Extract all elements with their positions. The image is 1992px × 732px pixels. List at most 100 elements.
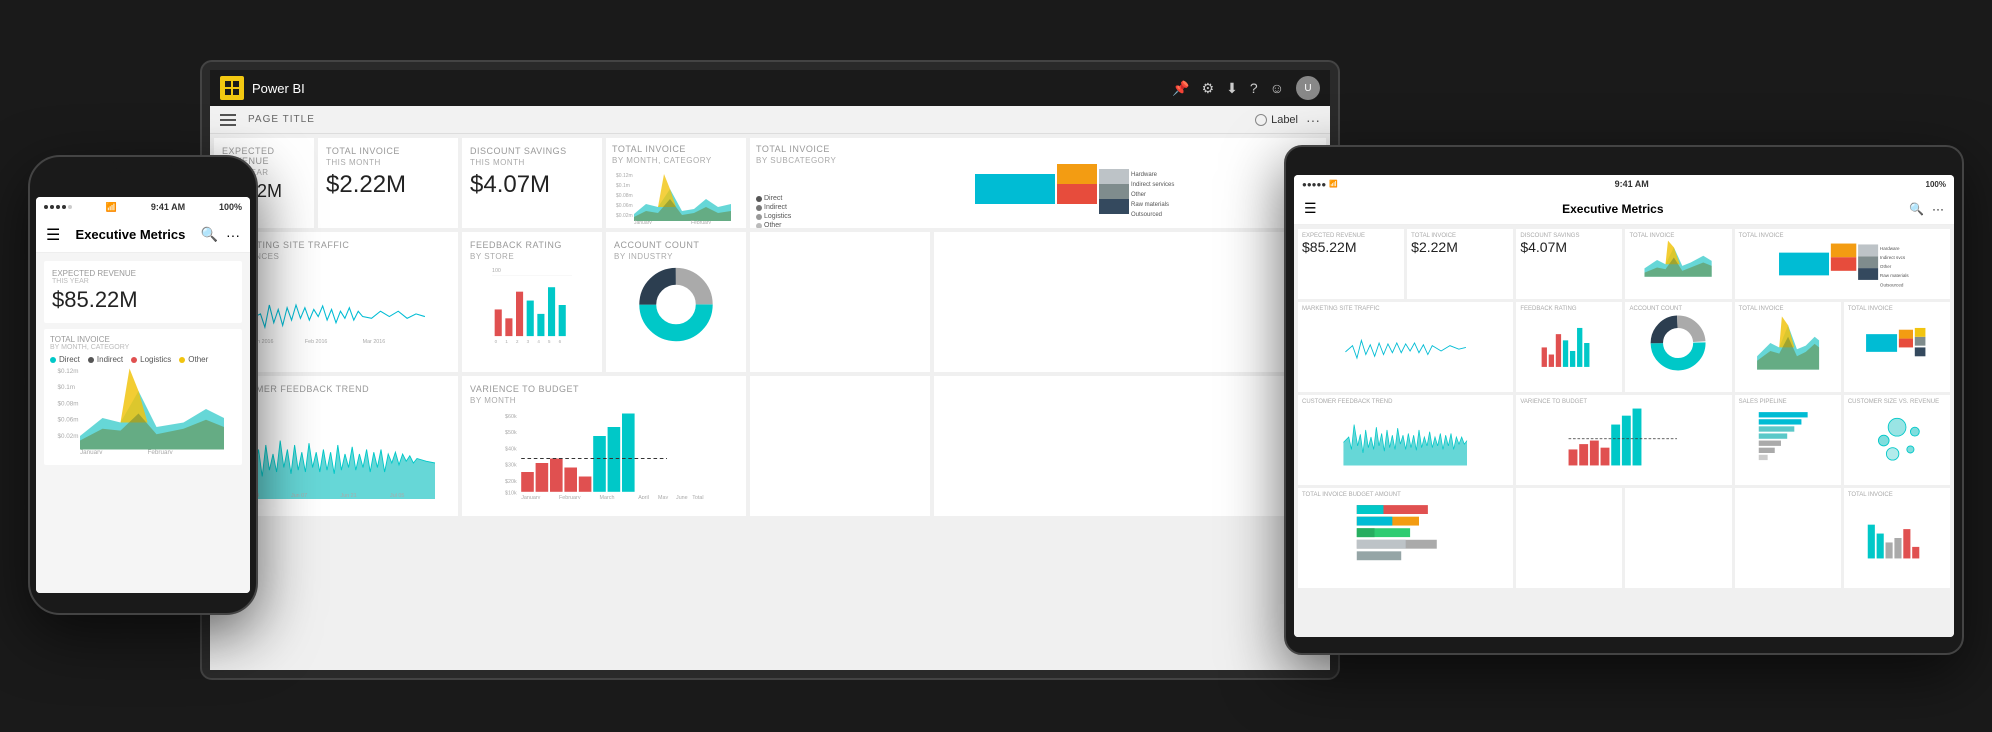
svg-text:$20k: $20k [505,479,517,485]
t-invoice-area: Total Invoice [1625,229,1731,299]
t-kpi-revenue: Expected Revenue $85.22M [1298,229,1404,299]
kpi-discount-savings: Discount Savings THIS MONTH $4.07M [462,138,602,228]
help-icon[interactable]: ? [1250,80,1258,96]
tablet-wifi-icon: 📶 [1329,180,1338,188]
svg-text:$50k: $50k [505,430,517,436]
t-custfeedback: Customer Feedback Trend [1298,395,1513,485]
kpi-label: Total Invoice [326,146,450,156]
phone-app-title: Executive Metrics [68,227,192,242]
user-avatar[interactable]: U [1296,76,1320,100]
pbi-ribbon: PAGE TITLE Label ··· [210,106,1330,134]
svg-text:May: May [658,495,668,499]
chart-subtitle: BY MONTH [470,396,738,405]
phone-kpi-label: Expected Revenue [52,269,234,278]
t-feedback-chart [1520,312,1618,374]
svg-text:$0.12m: $0.12m [616,173,633,179]
tablet-hamburger-icon[interactable]: ☰ [1304,200,1317,217]
t-budget-chart [1302,498,1509,562]
t-invoice-area2: Total Invoice [1735,302,1841,392]
svg-text:January: January [80,449,103,454]
svg-text:Jun 21: Jun 21 [341,493,357,499]
t-invoice-stacked-chart: Hardware Indirect svcs Other Raw materia… [1739,239,1946,289]
svg-text:Indirect svcs: Indirect svcs [1880,255,1906,260]
svg-text:February: February [559,495,581,499]
label-button[interactable]: Label [1255,114,1298,126]
kpi-label: Discount Savings [470,146,594,156]
account-donut-chart [614,265,738,345]
laptop-screen: Power BI 📌 ⚙ ⬇ ? ☺ U PAGE TITLE Label ··… [210,70,1330,670]
more-icon[interactable]: ··· [226,227,240,243]
variance-chart: $60k $50k $40k $30k $20k $10k [470,409,738,499]
kpi-total-invoice: Total Invoice THIS MONTH $2.22M [318,138,458,228]
share-icon[interactable]: ☺ [1270,80,1284,96]
chart-title: Varience to Budget [470,384,738,394]
feedback-chart: 100 0 1 2 3 4 5 6 [470,265,594,345]
tablet-screen: ●●●●● 📶 9:41 AM 100% ☰ Executive Metrics… [1294,175,1954,637]
svg-text:0: 0 [495,339,498,344]
phone-tile-sublabel: BY MONTH, CATEGORY [50,344,236,351]
download-icon[interactable]: ⬇ [1226,80,1238,97]
tablet-signal-dots: ●●●●● [1302,180,1326,189]
phone-legend: Direct Indirect Logistics Other [50,355,236,364]
t-variance-chart [1520,405,1727,469]
more-options-icon[interactable]: ··· [1306,112,1320,128]
laptop-frame: Power BI 📌 ⚙ ⬇ ? ☺ U PAGE TITLE Label ··… [200,60,1340,680]
svg-text:$0.12m: $0.12m [58,368,79,375]
svg-text:$0.06m: $0.06m [58,417,79,424]
svg-text:June: June [676,495,688,499]
svg-text:$0.1m: $0.1m [58,384,76,391]
signal-icon [44,205,72,209]
tablet-signal: ●●●●● 📶 [1302,180,1338,189]
phone-notch [113,157,173,175]
t-account-donut [1629,312,1727,374]
svg-text:100: 100 [492,268,501,274]
svg-text:6: 6 [559,339,562,344]
kpi-label: Total Invoice [756,144,1320,154]
chart-subtitle: BY STORE [470,252,594,261]
variance-chart-tile: Varience to Budget BY MONTH $60k $50k $4… [462,376,746,516]
phone-kpi-revenue: Expected Revenue THIS YEAR $85.22M [44,261,242,323]
t-invoice-area2-chart [1739,312,1837,374]
kpi-sublabel: THIS MONTH [326,158,450,167]
tablet-more-icon[interactable]: ··· [1932,202,1944,216]
tablet-nav: ☰ Executive Metrics 🔍 ··· [1294,193,1954,225]
svg-text:Other: Other [1880,264,1892,269]
page-title: PAGE TITLE [248,114,1247,125]
t-customer-size: Customer Size vs. Revenue [1844,395,1950,485]
phone-invoice-chart: $0.12m $0.1m $0.08m $0.06m $0.02m Januar… [50,364,236,454]
kpi-value: $2.22M [326,171,450,199]
hamburger-menu[interactable] [220,114,236,126]
phone-kpi-value: $85.22M [52,287,234,313]
legend-logistics: Logistics [131,355,171,364]
pbi-title: Power BI [252,81,1164,96]
t-row4-blank1 [1516,488,1622,588]
t-kpi-invoice: Total Invoice $2.22M [1407,229,1513,299]
chart-title: Account Count [614,240,738,250]
tablet-app-title: Executive Metrics [1325,202,1901,216]
invoice-sub-tile [934,232,1326,372]
chart-title: Feedback Rating [470,240,594,250]
hamburger-icon[interactable]: ☰ [46,225,60,245]
svg-text:$0.06m: $0.06m [616,203,633,209]
search-icon[interactable]: 🔍 [201,226,218,243]
svg-text:March: March [600,495,615,499]
invoice-cat-tile [750,232,930,372]
t-scatter-chart [1848,405,1946,469]
tablet-search-icon[interactable]: 🔍 [1909,202,1924,216]
gear-icon[interactable]: ⚙ [1202,80,1215,97]
t-row4-blank2 [1625,488,1731,588]
phone-kpi-sublabel: THIS YEAR [52,278,234,285]
legend-other: Other [179,355,208,364]
empty-tile-2 [934,376,1326,516]
svg-text:Outsourced: Outsourced [1880,282,1904,287]
svg-text:$0.08m: $0.08m [616,193,633,199]
pbi-topbar: Power BI 📌 ⚙ ⬇ ? ☺ U [210,70,1330,106]
dashboard-grid: Expected Revenue THIS YEAR 85.22M Total … [210,134,1330,670]
tablet-content: Expected Revenue $85.22M Total Invoice $… [1294,225,1954,637]
svg-text:Total: Total [692,495,703,499]
svg-text:Hardware: Hardware [1880,246,1900,251]
svg-text:$60k: $60k [505,414,517,420]
phone-status-bar: 📶 9:41 AM 100% [36,197,250,217]
t-invoice-area-chart [1629,239,1727,281]
pin-icon[interactable]: 📌 [1172,80,1189,97]
